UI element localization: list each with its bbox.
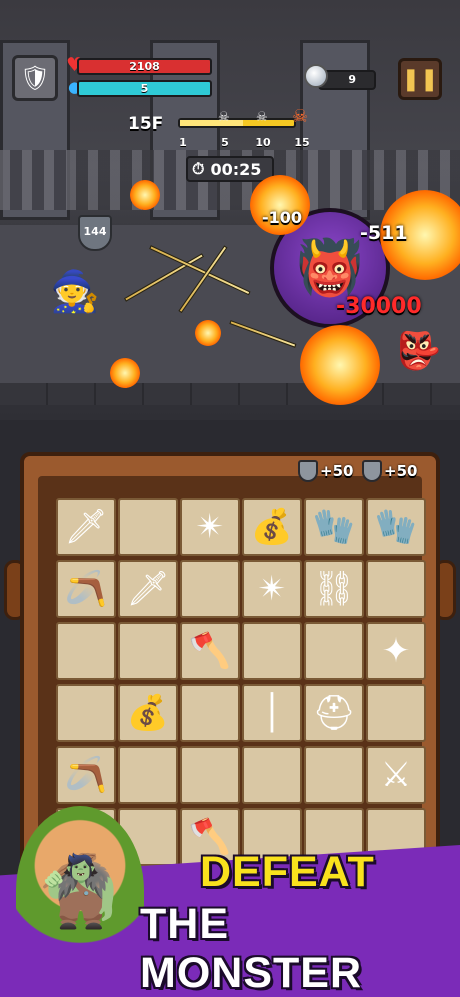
pause-icon: ❚❚ [401,66,439,92]
inventory-slot[interactable] [56,622,116,680]
helmet-icon[interactable]: ⛑ [304,684,364,742]
shield-icon [362,460,382,482]
ice-axe-icon[interactable]: 🪓 [180,622,240,680]
inventory-slot[interactable] [304,622,364,680]
inventory-slot[interactable] [118,498,178,556]
damage-number: -511 [360,222,408,244]
bonus-value: +50 [320,462,354,480]
knight-helmet-icon: 🛡 [19,64,51,92]
skull-marker-icon: ☠ [218,110,230,125]
inventory-slot[interactable] [180,746,240,804]
critical-damage-number: -30000 [336,294,422,319]
shuriken-icon[interactable]: ✴ [242,560,302,618]
skull-marker-icon: ☠ [256,110,268,125]
floor-label: 15F [128,114,164,134]
armor-bonus: +50 [362,460,417,482]
timer-value: 00:25 [210,159,262,179]
golden-dagger-icon[interactable]: 🗡 [118,560,178,618]
progress-tick: 1 [179,136,187,149]
inventory-slot[interactable] [366,684,426,742]
fire-spark [110,358,140,388]
inventory-slot[interactable] [180,560,240,618]
inventory-slot[interactable] [118,746,178,804]
goblin-face-icon: 🧌 [36,849,124,932]
dagger-icon[interactable]: 🗡 [56,498,116,556]
inventory-slot[interactable] [304,746,364,804]
staff-icon[interactable]: │ [242,684,302,742]
hp-bar: 2108 [77,58,212,75]
floor-progress-bar [178,118,296,128]
money-bag-icon[interactable]: 💰 [118,684,178,742]
inventory-slot[interactable] [118,622,178,680]
inventory-slot[interactable] [366,560,426,618]
sword-icon[interactable]: ⚔ [366,746,426,804]
shield-icon [298,460,318,482]
boss-marker-icon: ☠ [292,106,309,127]
armor-bonus: +50 [298,460,353,482]
progress-tick: 15 [294,136,310,149]
gem-icon [304,64,328,88]
stopwatch-icon: ⏱ [192,159,205,178]
progress-tick: 5 [221,136,229,149]
progress-tick: 10 [255,136,271,149]
gauntlet-icon[interactable]: 🧤 [366,498,426,556]
explosion-effect [300,325,380,405]
boomerang-icon[interactable]: 🪃 [56,560,116,618]
floor-progress-fill [180,120,243,126]
hero-character: 🧙 [50,269,100,315]
inventory-slot[interactable] [56,684,116,742]
armor-shield: 144 [78,215,112,251]
battle-stage: 🛡 ♥ 2108 ● 5 9 ❚❚ 15F ☠ ☠ ☠ 1 5 10 15 ⏱ … [0,0,460,420]
inventory-slot[interactable] [180,684,240,742]
bonus-value: +50 [384,462,418,480]
inventory-slot[interactable] [242,622,302,680]
money-bag-icon[interactable]: 💰 [242,498,302,556]
throwing-star-icon[interactable]: ✦ [366,622,426,680]
old-goblin-mascot: 🧌 [16,806,144,976]
pause-button[interactable]: ❚❚ [398,58,442,100]
boomerang-icon[interactable]: 🪃 [56,746,116,804]
chain-flail-icon[interactable]: ⛓ [304,560,364,618]
banner-title-line2: THE MONSTER [140,900,362,997]
mana-bar: 5 [77,80,212,97]
damage-number: -100 [262,208,303,227]
fire-spark [130,180,160,210]
battle-timer: ⏱ 00:25 [186,156,274,182]
fire-spark [195,320,221,346]
demon-icon: 👹 [296,236,364,299]
goblin-enemy[interactable]: 👺 [396,330,441,372]
inventory-slot[interactable] [242,746,302,804]
banner-title-line1: DEFEAT [200,848,375,896]
shuriken-icon[interactable]: ✴ [180,498,240,556]
player-avatar[interactable]: 🛡 [12,55,58,101]
gauntlet-icon[interactable]: 🧤 [304,498,364,556]
